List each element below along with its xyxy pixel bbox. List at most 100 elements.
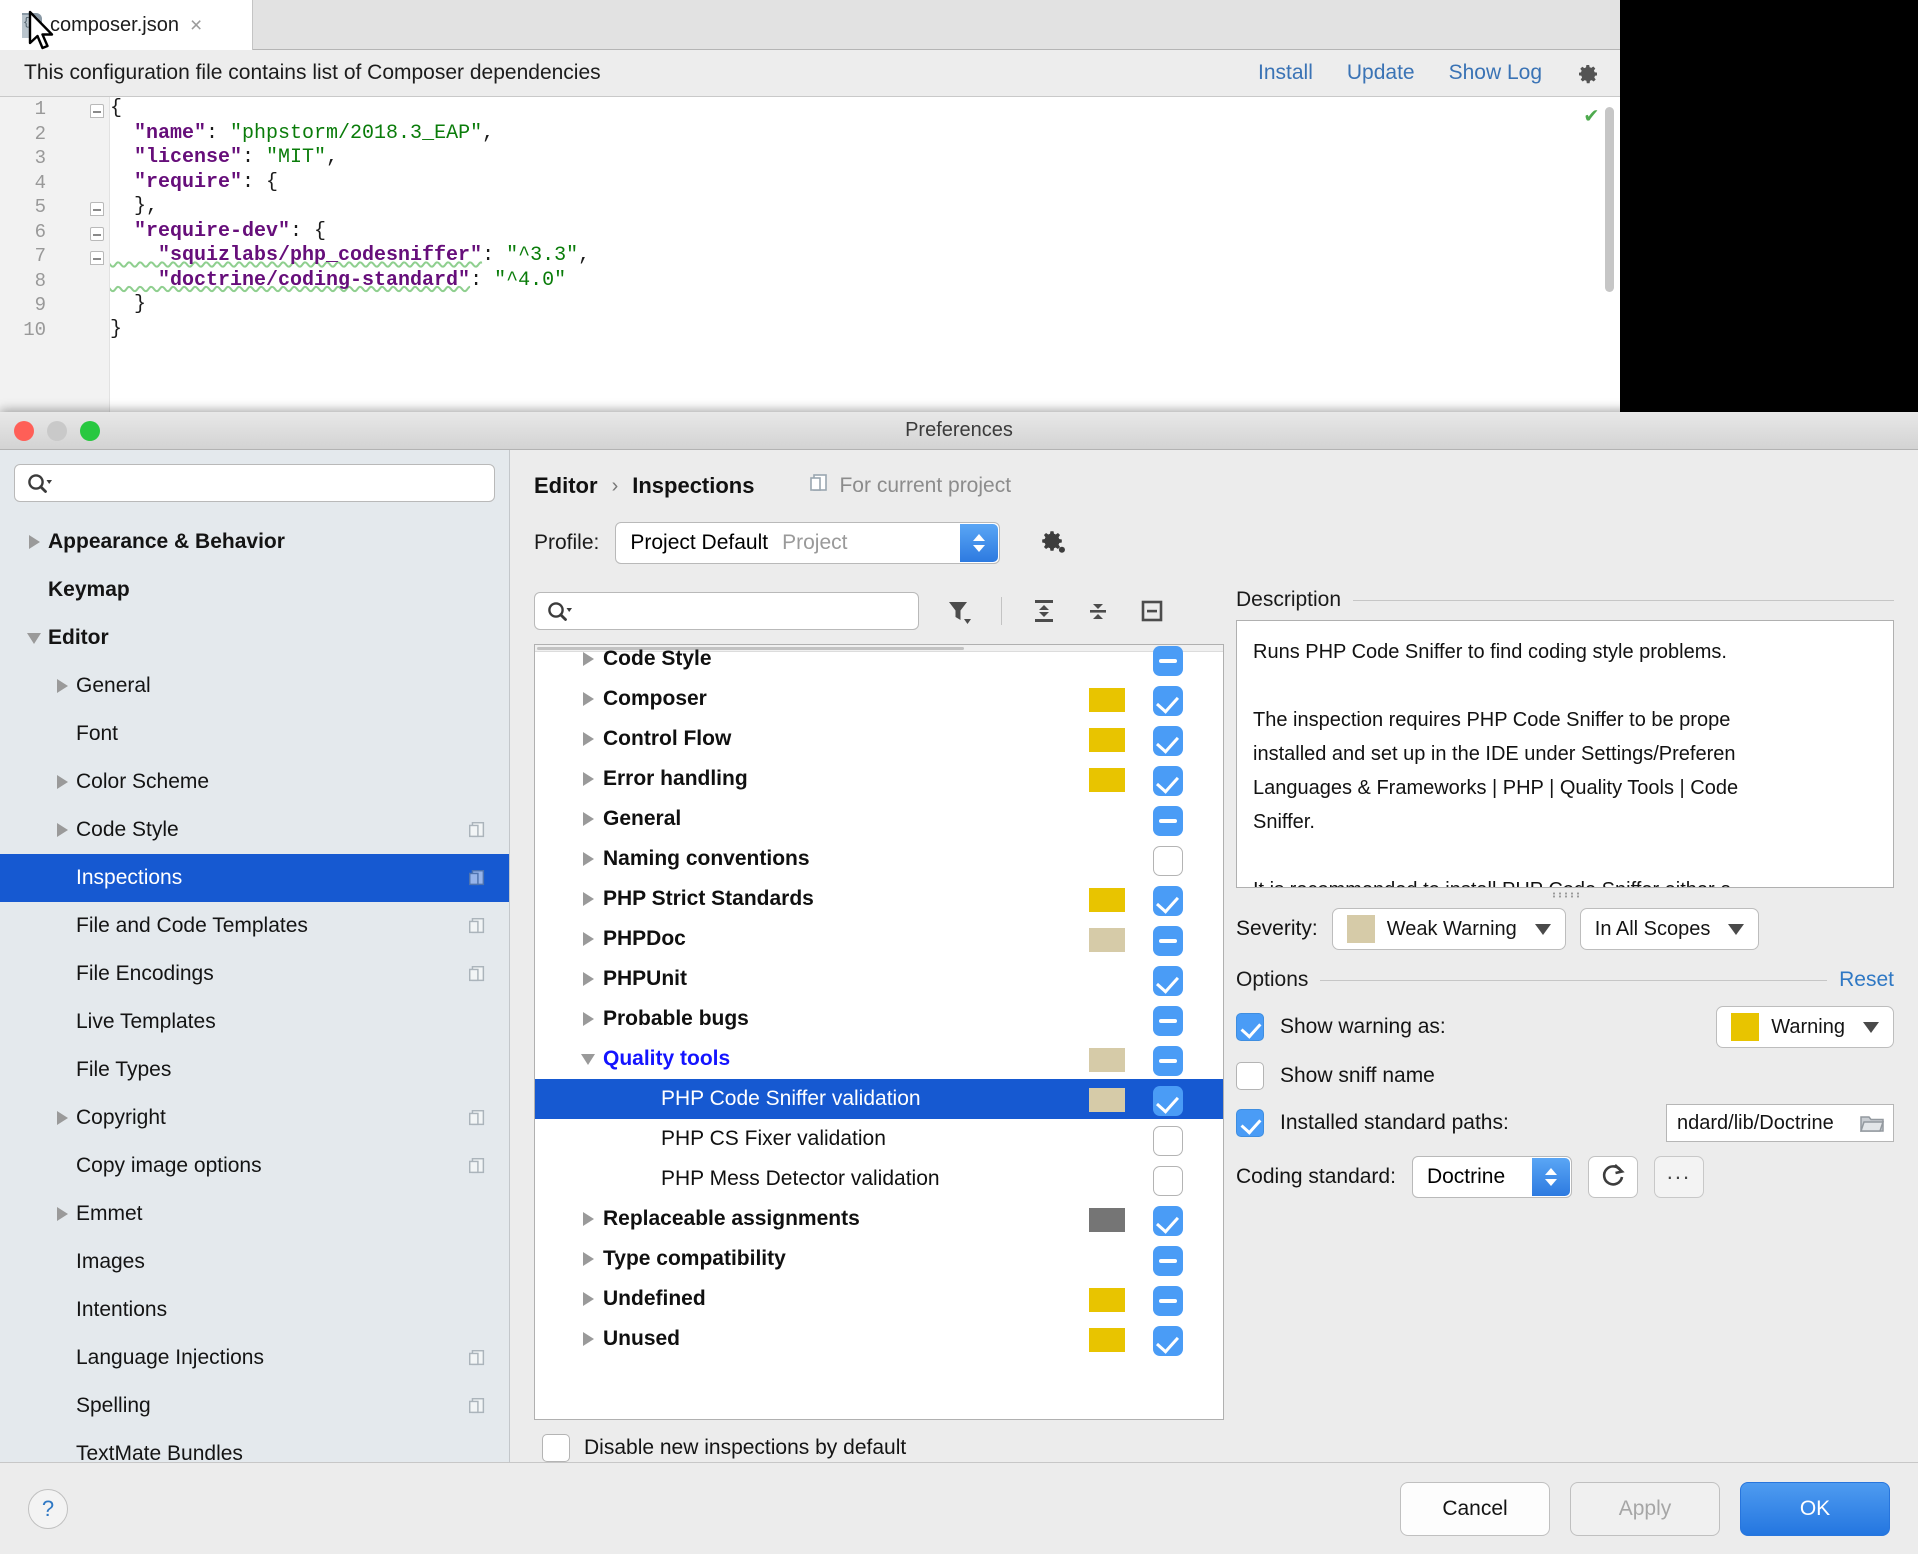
- sidebar-search-box[interactable]: [14, 464, 495, 502]
- inspection-checkbox[interactable]: [1153, 766, 1183, 796]
- sidebar-item-color-scheme[interactable]: Color Scheme: [0, 758, 509, 806]
- twisty[interactable]: [573, 812, 603, 826]
- twisty[interactable]: [573, 932, 603, 946]
- disable-new-inspections-row[interactable]: Disable new inspections by default: [534, 1420, 1224, 1462]
- fold-marker[interactable]: [90, 202, 104, 216]
- maximize-window-button[interactable]: [80, 421, 100, 441]
- inspection-checkbox[interactable]: [1153, 646, 1183, 676]
- reset-link[interactable]: Reset: [1839, 968, 1894, 992]
- scope-select[interactable]: In All Scopes: [1579, 908, 1760, 950]
- inspection-row[interactable]: Quality tools: [535, 1039, 1223, 1079]
- inspection-checkbox[interactable]: [1153, 1006, 1183, 1036]
- inspection-checkbox[interactable]: [1153, 686, 1183, 716]
- inspection-row[interactable]: PHPDoc: [535, 919, 1223, 959]
- twisty[interactable]: [48, 775, 76, 789]
- inspection-checkbox[interactable]: [1153, 1206, 1183, 1236]
- twisty[interactable]: [48, 1111, 76, 1125]
- refresh-button[interactable]: [1587, 1156, 1638, 1198]
- sidebar-item-intentions[interactable]: Intentions: [0, 1286, 509, 1334]
- inspection-row[interactable]: Naming conventions: [535, 839, 1223, 879]
- filter-icon[interactable]: [945, 597, 973, 625]
- update-link[interactable]: Update: [1347, 61, 1415, 85]
- twisty[interactable]: [573, 772, 603, 786]
- sidebar-item-font[interactable]: Font: [0, 710, 509, 758]
- twisty[interactable]: [48, 679, 76, 693]
- twisty[interactable]: [20, 632, 48, 644]
- close-window-button[interactable]: [14, 421, 34, 441]
- sidebar-item-keymap[interactable]: Keymap: [0, 566, 509, 614]
- expand-all-icon[interactable]: [1030, 597, 1058, 625]
- show-sniff-name-checkbox[interactable]: [1236, 1062, 1264, 1090]
- inspections-search-box[interactable]: [534, 592, 919, 630]
- inspection-checkbox[interactable]: [1153, 966, 1183, 996]
- sidebar-item-images[interactable]: Images: [0, 1238, 509, 1286]
- sidebar-item-file-and-code-templates[interactable]: File and Code Templates: [0, 902, 509, 950]
- apply-button[interactable]: Apply: [1570, 1481, 1720, 1536]
- twisty[interactable]: [573, 1212, 603, 1226]
- inspection-checkbox[interactable]: [1153, 806, 1183, 836]
- inspection-checkbox[interactable]: [1153, 1286, 1183, 1316]
- resize-grip[interactable]: [1236, 888, 1894, 902]
- twisty[interactable]: [20, 535, 48, 549]
- sidebar-item-emmet[interactable]: Emmet: [0, 1190, 509, 1238]
- inspection-status-ok-icon[interactable]: ✔: [1585, 103, 1598, 129]
- fold-marker[interactable]: [90, 251, 104, 265]
- inspection-row[interactable]: Error handling: [535, 759, 1223, 799]
- inspection-checkbox[interactable]: [1153, 726, 1183, 756]
- inspections-search-input[interactable]: [581, 593, 912, 629]
- inspection-checkbox[interactable]: [1153, 886, 1183, 916]
- twisty[interactable]: [573, 652, 603, 666]
- folder-icon[interactable]: [1859, 1112, 1885, 1134]
- profile-gear-icon[interactable]: [1038, 527, 1066, 560]
- breadcrumb-root[interactable]: Editor: [534, 473, 598, 499]
- profile-stepper[interactable]: [960, 524, 999, 562]
- inspection-checkbox[interactable]: [1153, 1046, 1183, 1076]
- coding-standard-select[interactable]: Doctrine: [1411, 1156, 1572, 1198]
- sidebar-item-code-style[interactable]: Code Style: [0, 806, 509, 854]
- show-only-enabled-icon[interactable]: [1138, 597, 1166, 625]
- twisty[interactable]: [573, 732, 603, 746]
- installed-standard-paths-checkbox[interactable]: [1236, 1109, 1264, 1137]
- sidebar-search-input[interactable]: [61, 465, 488, 501]
- editor-vertical-scrollbar[interactable]: [1605, 107, 1614, 292]
- code-editor[interactable]: 1 2 3 4 5 6 7 8 9 10 { "name": "phpstorm/2018.3_E…: [0, 97, 1620, 412]
- inspection-checkbox[interactable]: [1153, 1246, 1183, 1276]
- editor-code-area[interactable]: { "name": "phpstorm/2018.3_EAP", "licens…: [110, 97, 1620, 412]
- sidebar-item-file-encodings[interactable]: File Encodings: [0, 950, 509, 998]
- show-log-link[interactable]: Show Log: [1449, 61, 1542, 85]
- sidebar-item-textmate-bundles[interactable]: TextMate Bundles: [0, 1430, 509, 1462]
- installed-standard-paths-field[interactable]: ndard/lib/Doctrine: [1666, 1104, 1894, 1142]
- severity-select[interactable]: Weak Warning: [1331, 908, 1566, 950]
- inspection-row[interactable]: Code Style: [535, 645, 1223, 679]
- twisty[interactable]: [48, 823, 76, 837]
- inspection-checkbox[interactable]: [1153, 1126, 1183, 1156]
- inspection-checkbox[interactable]: [1153, 846, 1183, 876]
- inspection-row[interactable]: Unused: [535, 1319, 1223, 1359]
- ok-button[interactable]: OK: [1740, 1481, 1890, 1536]
- sidebar-item-live-templates[interactable]: Live Templates: [0, 998, 509, 1046]
- sidebar-item-spelling[interactable]: Spelling: [0, 1382, 509, 1430]
- gear-icon[interactable]: [1576, 62, 1598, 84]
- inspection-row[interactable]: PHP CS Fixer validation: [535, 1119, 1223, 1159]
- inspection-row[interactable]: Undefined: [535, 1279, 1223, 1319]
- minimize-window-button[interactable]: [47, 421, 67, 441]
- coding-standard-stepper[interactable]: [1531, 1158, 1570, 1196]
- cancel-button[interactable]: Cancel: [1400, 1481, 1550, 1536]
- twisty[interactable]: [573, 1292, 603, 1306]
- inspection-row[interactable]: PHP Strict Standards: [535, 879, 1223, 919]
- close-icon[interactable]: ×: [190, 15, 202, 36]
- inspection-checkbox[interactable]: [1153, 1086, 1183, 1116]
- inspection-checkbox[interactable]: [1153, 926, 1183, 956]
- browse-coding-standard-button[interactable]: ...: [1653, 1156, 1704, 1198]
- twisty[interactable]: [573, 1012, 603, 1026]
- sidebar-tree[interactable]: Appearance & Behavior Keymap Editor General…: [0, 512, 509, 1462]
- inspection-row[interactable]: General: [535, 799, 1223, 839]
- twisty[interactable]: [573, 1053, 603, 1065]
- editor-tab-composer-json[interactable]: composer.json ×: [0, 0, 253, 50]
- inspection-checkbox[interactable]: [1153, 1166, 1183, 1196]
- twisty[interactable]: [573, 852, 603, 866]
- sidebar-item-editor[interactable]: Editor: [0, 614, 509, 662]
- collapse-all-icon[interactable]: [1084, 597, 1112, 625]
- show-warning-as-checkbox[interactable]: [1236, 1013, 1264, 1041]
- install-link[interactable]: Install: [1258, 61, 1313, 85]
